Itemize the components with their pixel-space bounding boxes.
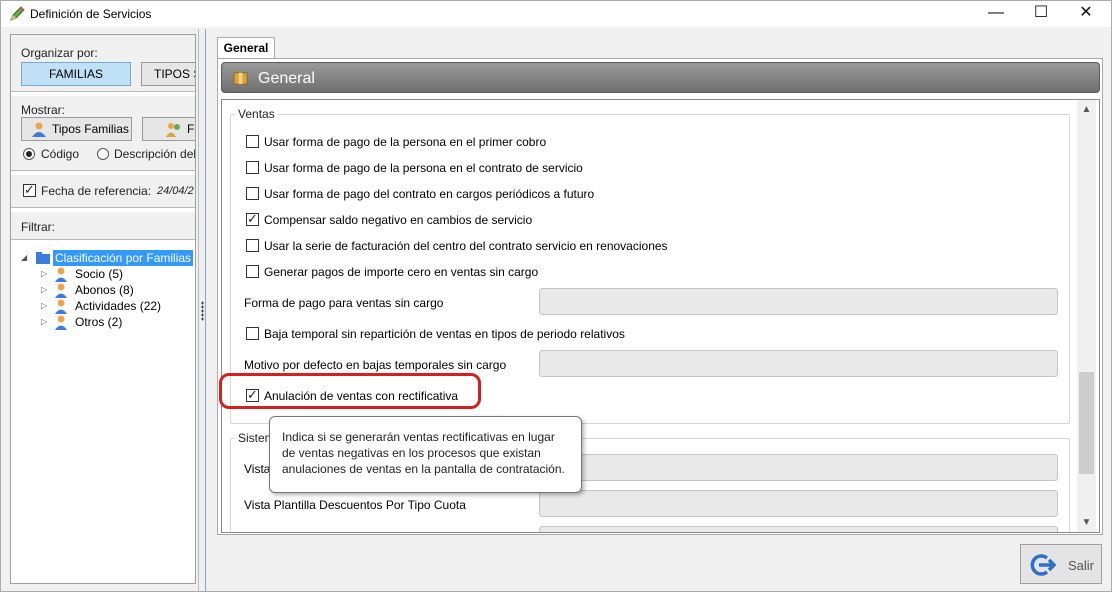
people-group-icon [166, 123, 180, 137]
option-label: Compensar saldo negativo en cambios de s… [264, 213, 533, 227]
fecha-group: Fecha de referencia: 24/04/2 [11, 175, 195, 208]
folder-tree-icon [36, 252, 50, 264]
vista-plantilla-field[interactable] [539, 490, 1058, 517]
exit-icon [1030, 554, 1057, 576]
pencil-icon [10, 6, 25, 21]
panel-splitter[interactable] [198, 29, 206, 591]
tipos-servicio-button[interactable]: TIPOS S [141, 62, 195, 86]
person-icon [55, 315, 67, 330]
option-checkbox[interactable] [246, 187, 259, 200]
scroll-up-icon[interactable]: ▲ [1080, 103, 1093, 116]
option-checkbox[interactable] [246, 211, 259, 227]
forma-pago-label: Forma de pago para ventas sin cargo [244, 296, 444, 310]
maximize-button[interactable]: ☐ [1018, 1, 1064, 27]
vista-field[interactable] [539, 454, 1058, 481]
fecha-checkbox[interactable] [23, 182, 36, 198]
baja-temporal-label: Baja temporal sin repartición de ventas … [264, 327, 625, 341]
expand-arrow-icon[interactable]: ▷ [41, 286, 49, 294]
descripcion-radio[interactable] [97, 148, 109, 160]
fecha-value[interactable]: 24/04/2 [157, 185, 194, 197]
codigo-radio[interactable] [23, 148, 35, 160]
organizar-group: Organizar por: FAMILIAS TIPOS S [11, 35, 195, 92]
section-header: General [221, 62, 1100, 93]
baja-temporal-checkbox[interactable] [246, 327, 259, 340]
close-button[interactable]: ✕ [1063, 1, 1109, 27]
organizar-label: Organizar por: [21, 46, 98, 60]
app-window: Definición de Servicios — ☐ ✕ Organizar … [0, 0, 1112, 592]
f-button[interactable]: F [142, 117, 195, 141]
collapse-arrow-icon[interactable]: ◢ [21, 254, 29, 262]
option-checkbox[interactable] [246, 265, 259, 278]
grip-icon [201, 301, 204, 321]
motivo-label: Motivo por defecto en bajas temporales s… [244, 358, 507, 372]
ventas-legend: Ventas [235, 107, 278, 121]
motivo-field[interactable] [539, 350, 1058, 377]
salir-label: Salir [1068, 558, 1095, 573]
tab-general[interactable]: General [217, 37, 275, 59]
tipos-familias-button[interactable]: Tipos Familias [21, 117, 132, 141]
descripcion-radio-label: Descripción del [114, 147, 196, 161]
option-label: Usar forma de pago de la persona en el c… [264, 161, 583, 175]
scroll-thumb[interactable] [1079, 372, 1094, 474]
vista-label: Vista [244, 462, 271, 476]
mostrar-group: Mostrar: Tipos Familias F Código Descrip… [11, 96, 196, 171]
family-tree: ◢ Clasificación por Familias ▷ Socio (5)… [21, 250, 194, 330]
forma-pago-field[interactable] [539, 288, 1058, 315]
tree-root-label: Clasificación por Familias [53, 250, 194, 266]
expand-arrow-icon[interactable]: ▷ [41, 270, 49, 278]
title-bar: Definición de Servicios — ☐ ✕ [1, 1, 1111, 27]
person-icon [55, 283, 67, 298]
expand-arrow-icon[interactable]: ▷ [41, 318, 49, 326]
tooltip: Indica si se generarán ventas rectificat… [269, 416, 582, 493]
minimize-button[interactable]: — [973, 1, 1019, 27]
mostrar-label: Mostrar: [21, 103, 66, 117]
option-label: Generar pagos de importe cero en ventas … [264, 265, 539, 279]
filtrar-group: Filtrar: [11, 212, 195, 240]
scroll-down-icon[interactable]: ▼ [1080, 516, 1093, 529]
option-checkbox[interactable] [246, 239, 259, 252]
window-title: Definición de Servicios [30, 7, 152, 21]
tooltip-text: Indica si se generarán ventas rectificat… [282, 430, 565, 476]
option-label: Usar forma de pago del contrato en cargo… [264, 187, 595, 201]
vista-plantilla-label: Vista Plantilla Descuentos Por Tipo Cuot… [244, 498, 466, 512]
box-icon [233, 72, 248, 85]
option-label: Usar forma de pago de la persona en el p… [264, 135, 547, 149]
expand-arrow-icon[interactable]: ▷ [41, 302, 49, 310]
codigo-radio-label: Código [41, 147, 80, 161]
left-panel: Organizar por: FAMILIAS TIPOS S Mostrar:… [10, 34, 196, 584]
people-icon [32, 122, 46, 137]
person-icon [55, 267, 67, 282]
option-checkbox[interactable] [246, 135, 259, 148]
option-label: Usar la serie de facturación del centro … [264, 239, 668, 253]
option-checkbox[interactable] [246, 161, 259, 174]
highlight-annotation [219, 373, 481, 409]
salir-button[interactable]: Salir [1020, 544, 1102, 584]
fecha-label: Fecha de referencia: [41, 184, 152, 198]
section-title: General [258, 70, 315, 87]
person-icon [55, 299, 67, 314]
extra-field[interactable] [539, 526, 1058, 532]
vertical-scrollbar[interactable]: ▲ ▼ [1077, 100, 1096, 532]
filtrar-label: Filtrar: [21, 220, 55, 234]
familias-button[interactable]: FAMILIAS [21, 62, 131, 86]
